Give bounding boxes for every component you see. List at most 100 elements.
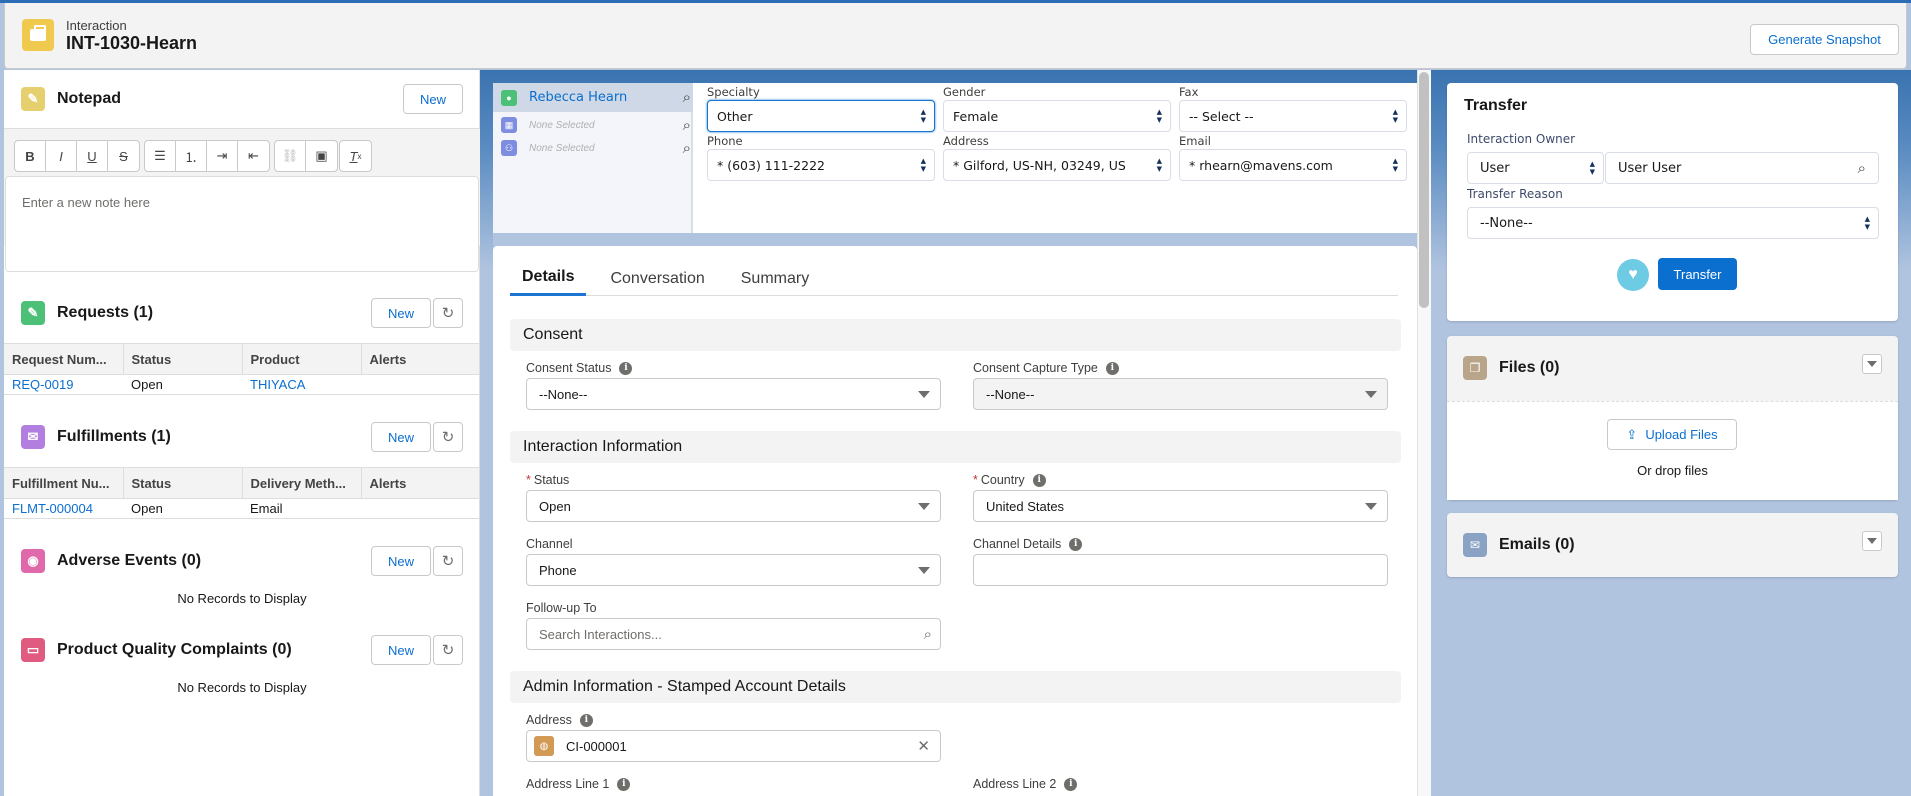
dropdown-arrow-icon — [918, 391, 930, 398]
files-menu-button[interactable] — [1862, 354, 1882, 374]
fulfillment-number-link[interactable]: FLMT-000004 — [4, 498, 123, 519]
organization-placeholder: None Selected — [529, 119, 595, 131]
fulfillment-delivery: Email — [242, 498, 361, 519]
phone-field: Phone * (603) 111-2222 ▲ ▼ — [707, 134, 935, 181]
files-icon: ❐ — [1463, 356, 1487, 380]
specialty-select[interactable]: Other ▲ ▼ — [707, 100, 935, 132]
column-header[interactable]: Product — [242, 343, 362, 375]
organization-row[interactable]: ▦ None Selected ⌕ — [493, 113, 693, 137]
consent-capture-label: Consent Capture Type — [973, 361, 1098, 375]
scrollbar-thumb[interactable] — [1419, 72, 1429, 308]
spinner-icon: ▲ ▼ — [920, 157, 926, 173]
notepad-new-button[interactable]: New — [403, 84, 463, 114]
details-panel: Details Conversation Summary Consent Con… — [493, 246, 1417, 796]
email-icon: ✉ — [1463, 533, 1487, 557]
email-field: Email * rhearn@mavens.com ▲ ▼ — [1179, 134, 1407, 181]
transfer-button[interactable]: Transfer — [1658, 258, 1737, 290]
admin-section-header[interactable]: Admin Information - Stamped Account Deta… — [510, 671, 1401, 703]
file-drop-zone[interactable]: ⇪ Upload Files Or drop files — [1447, 401, 1898, 500]
image-icon[interactable]: ▣ — [306, 141, 337, 171]
consent-status-select[interactable]: --None-- — [526, 378, 941, 410]
indent-icon[interactable]: ⇥ — [207, 141, 238, 171]
strikethrough-icon[interactable]: S — [108, 141, 139, 171]
search-icon[interactable]: ⌕ — [924, 626, 932, 643]
info-icon[interactable]: i — [619, 361, 633, 375]
request-product-link[interactable]: THIYACA — [242, 374, 361, 395]
address-select[interactable]: * Gilford, US-NH, 03249, US ▲ ▼ — [943, 149, 1171, 181]
info-icon[interactable]: i — [1069, 537, 1083, 551]
record-header: Interaction INT-1030-Hearn Generate Snap… — [4, 3, 1907, 69]
search-icon[interactable]: ⌕ — [1858, 159, 1866, 177]
note-editor[interactable]: Enter a new note here — [5, 176, 479, 272]
transfer-reason-select[interactable]: --None-- ▲ ▼ — [1467, 207, 1879, 239]
column-header[interactable]: Request Num... — [4, 343, 124, 375]
admin-address-lookup[interactable]: ◍ CI-000001 ✕ — [526, 730, 941, 762]
gender-select[interactable]: Female ▲ ▼ — [943, 100, 1171, 132]
emails-title: Emails (0) — [1499, 536, 1575, 553]
clear-formatting-icon[interactable]: Tx — [340, 141, 371, 171]
tab-details[interactable]: Details — [510, 261, 587, 296]
requests-new-button[interactable]: New — [371, 298, 431, 328]
fulfillments-refresh-icon[interactable]: ↻ — [433, 422, 463, 452]
email-select[interactable]: * rhearn@mavens.com ▲ ▼ — [1179, 149, 1407, 181]
column-header[interactable]: Alerts — [361, 343, 480, 375]
info-icon[interactable]: i — [579, 713, 593, 727]
person-name[interactable]: Rebecca Hearn — [529, 90, 627, 105]
numbered-list-icon[interactable]: ⒈ — [176, 141, 207, 171]
channel-details-label: Channel Details — [973, 537, 1062, 551]
contact-row[interactable]: ⚇ None Selected ⌕ — [493, 136, 693, 160]
info-icon[interactable]: i — [1032, 473, 1046, 487]
request-number-link[interactable]: REQ-0019 — [4, 374, 123, 395]
owner-search-input[interactable]: User User ⌕ — [1605, 152, 1879, 184]
consent-section-header[interactable]: Consent — [510, 319, 1401, 351]
clear-icon[interactable]: ✕ — [917, 737, 930, 755]
heart-icon[interactable]: ♥ — [1617, 259, 1649, 291]
tab-conversation[interactable]: Conversation — [598, 261, 716, 296]
info-icon[interactable]: i — [1105, 361, 1119, 375]
channel-details-input[interactable] — [973, 554, 1388, 586]
info-icon[interactable]: i — [1064, 777, 1078, 791]
clear-group: Tx — [339, 140, 372, 172]
address-label: Address — [943, 134, 989, 148]
country-select[interactable]: United States — [973, 490, 1388, 522]
link-icon[interactable]: ⛓ — [275, 141, 306, 171]
pqc-new-button[interactable]: New — [371, 635, 431, 665]
interaction-section-header[interactable]: Interaction Information — [510, 431, 1401, 463]
column-header[interactable]: Status — [123, 343, 243, 375]
status-select[interactable]: Open — [526, 490, 941, 522]
column-header[interactable]: Status — [123, 467, 243, 499]
pqc-refresh-icon[interactable]: ↻ — [433, 635, 463, 665]
italic-icon[interactable]: I — [46, 141, 77, 171]
pqc-header: ▭ Product Quality Complaints (0) — [21, 638, 292, 662]
emails-menu-button[interactable] — [1862, 531, 1882, 551]
followup-search-input[interactable]: Search Interactions... ⌕ — [526, 618, 941, 650]
consent-capture-select[interactable]: --None-- — [973, 378, 1388, 410]
adverse-events-icon: ◉ — [21, 549, 45, 573]
fax-select[interactable]: -- Select -- ▲ ▼ — [1179, 100, 1407, 132]
upload-files-button[interactable]: ⇪ Upload Files — [1607, 419, 1737, 450]
generate-snapshot-button[interactable]: Generate Snapshot — [1750, 24, 1899, 55]
channel-select[interactable]: Phone — [526, 554, 941, 586]
column-header[interactable]: Fulfillment Nu... — [4, 467, 124, 499]
underline-icon[interactable]: U — [77, 141, 108, 171]
search-icon[interactable]: ⌕ — [683, 117, 691, 134]
column-header[interactable]: Alerts — [361, 467, 480, 499]
spinner-icon: ▲ ▼ — [1589, 160, 1595, 176]
search-icon[interactable]: ⌕ — [683, 89, 691, 106]
adverse-events-refresh-icon[interactable]: ↻ — [433, 546, 463, 576]
bullet-list-icon[interactable]: ☰ — [145, 141, 176, 171]
fulfillments-new-button[interactable]: New — [371, 422, 431, 452]
owner-type-select[interactable]: User ▲ ▼ — [1467, 152, 1604, 184]
adverse-events-new-button[interactable]: New — [371, 546, 431, 576]
bold-icon[interactable]: B — [15, 141, 46, 171]
consent-capture-field: Consent Capture Type i --None-- — [973, 358, 1388, 410]
emails-header: ✉ Emails (0) — [1463, 533, 1575, 557]
person-account-row[interactable]: ● Rebecca Hearn ⌕ — [493, 83, 693, 112]
search-icon[interactable]: ⌕ — [683, 140, 691, 157]
phone-select[interactable]: * (603) 111-2222 ▲ ▼ — [707, 149, 935, 181]
info-icon[interactable]: i — [617, 777, 631, 791]
tab-summary[interactable]: Summary — [729, 261, 821, 296]
requests-refresh-icon[interactable]: ↻ — [433, 298, 463, 328]
column-header[interactable]: Delivery Meth... — [242, 467, 362, 499]
outdent-icon[interactable]: ⇤ — [238, 141, 269, 171]
